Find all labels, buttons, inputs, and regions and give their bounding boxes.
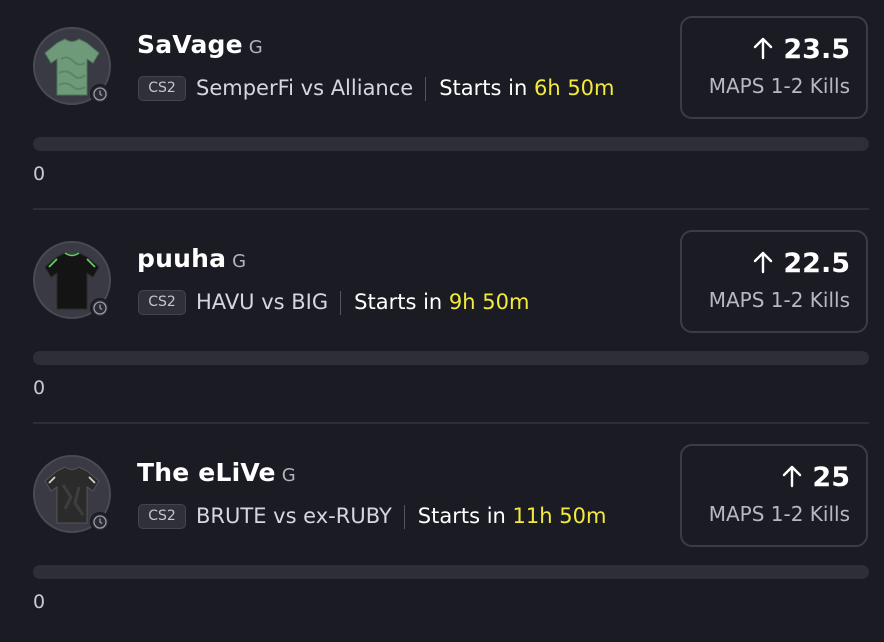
card-separator: [33, 422, 869, 424]
divider: [340, 291, 342, 315]
stat-type: MAPS 1-2 Kills: [708, 74, 850, 98]
divider: [425, 77, 427, 101]
starts-label: Starts in: [417, 504, 506, 528]
line-box[interactable]: 22.5 MAPS 1-2 Kills: [680, 230, 868, 333]
prop-card[interactable]: The eLiVe G CS2 BRUTE vs ex-RUBY Starts in…: [0, 428, 884, 642]
starts-label: Starts in: [439, 76, 528, 100]
clock-icon: [90, 84, 110, 104]
match-info: HAVU vs BIG Starts in 9h 50m: [196, 287, 529, 317]
line-value: 25: [812, 462, 850, 493]
matchup-text: BRUTE vs ex-RUBY: [196, 504, 392, 528]
line-value-row: 22.5: [753, 248, 850, 281]
prop-card[interactable]: puuha G CS2 HAVU vs BIG Starts in 9h 50m 2…: [0, 214, 884, 428]
line-value-row: 25: [782, 462, 850, 495]
matchup-text: HAVU vs BIG: [196, 290, 329, 314]
progress-count: 0: [33, 163, 46, 185]
game-badge: CS2: [138, 504, 186, 529]
card-separator: [33, 208, 869, 210]
line-box[interactable]: 25 MAPS 1-2 Kills: [680, 444, 868, 547]
player-name[interactable]: The eLiVe G: [137, 458, 296, 487]
player-position: G: [232, 251, 247, 272]
progress-bar: [33, 565, 869, 579]
stat-type: MAPS 1-2 Kills: [708, 288, 850, 312]
player-position: G: [281, 465, 296, 486]
progress-count: 0: [33, 377, 46, 399]
clock-icon: [90, 512, 110, 532]
progress-bar: [33, 351, 869, 365]
progress-bar: [33, 137, 869, 151]
progress-count: 0: [33, 591, 46, 613]
starts-time: 9h 50m: [448, 290, 530, 314]
starts-time: 11h 50m: [512, 504, 607, 528]
line-box[interactable]: 23.5 MAPS 1-2 Kills: [680, 16, 868, 119]
game-badge: CS2: [138, 76, 186, 101]
game-badge: CS2: [138, 290, 186, 315]
line-value-row: 23.5: [753, 34, 850, 67]
starts-label: Starts in: [354, 290, 443, 314]
player-name-text[interactable]: The eLiVe: [137, 458, 276, 487]
match-info: BRUTE vs ex-RUBY Starts in 11h 50m: [196, 501, 606, 531]
clock-icon: [90, 298, 110, 318]
player-name[interactable]: puuha G: [137, 244, 246, 273]
arrow-up-icon: [753, 36, 773, 67]
player-name[interactable]: SaVage G: [137, 30, 263, 59]
prop-card[interactable]: SaVage G CS2 SemperFi vs Alliance Starts i…: [0, 0, 884, 214]
arrow-up-icon: [753, 250, 773, 281]
line-value: 22.5: [783, 248, 850, 279]
arrow-up-icon: [782, 464, 802, 495]
line-value: 23.5: [783, 34, 850, 65]
match-info: SemperFi vs Alliance Starts in 6h 50m: [196, 73, 615, 103]
matchup-text: SemperFi vs Alliance: [196, 76, 414, 100]
player-position: G: [248, 37, 263, 58]
player-name-text[interactable]: puuha: [137, 244, 226, 273]
player-name-text[interactable]: SaVage: [137, 30, 243, 59]
divider: [403, 505, 405, 529]
stat-type: MAPS 1-2 Kills: [708, 502, 850, 526]
starts-time: 6h 50m: [533, 76, 615, 100]
